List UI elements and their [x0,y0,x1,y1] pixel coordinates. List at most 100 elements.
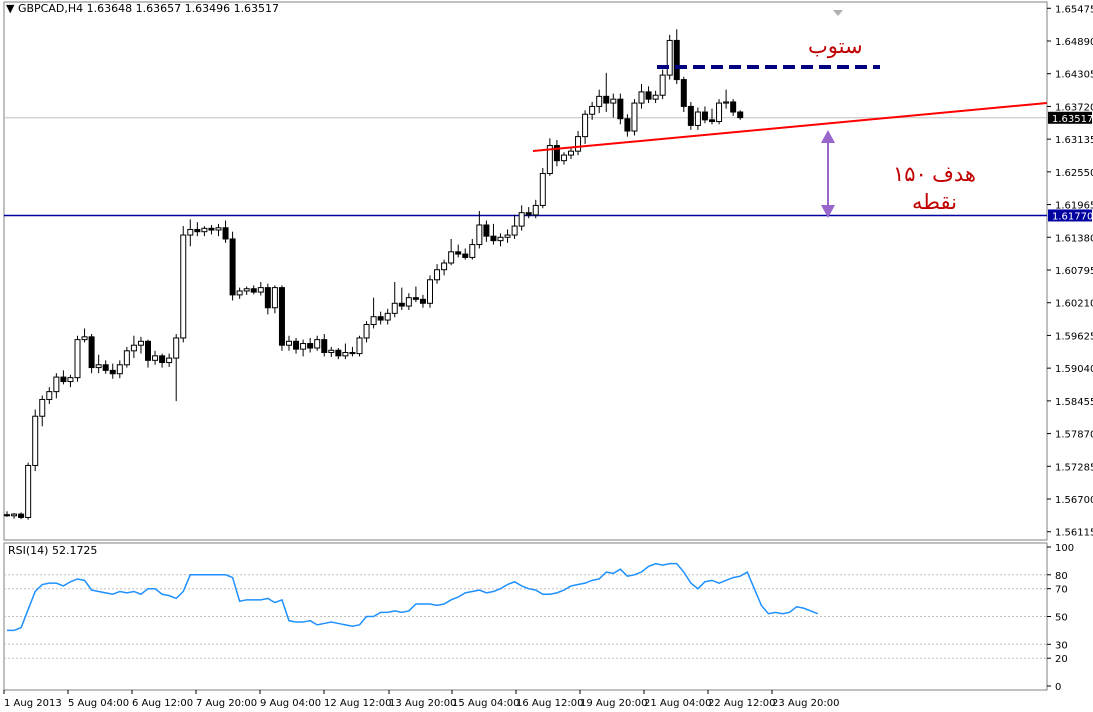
candle-body [525,212,532,216]
candle-body [321,339,328,353]
candle-body [236,290,243,296]
candle-body [349,351,356,355]
candle-body [342,351,349,357]
candle-body [166,357,173,364]
time-tick-label: 9 Aug 04:00 [260,698,321,709]
candle-body [159,355,166,364]
dropdown-arrow-icon[interactable]: ▼ [6,2,14,15]
candle-body [67,377,74,383]
candle-body [250,288,257,293]
candle-body [589,105,596,115]
price-tick-label: 1.56115 [1055,528,1093,539]
candle-body [335,349,342,357]
candle-body [448,251,455,264]
candle-body [462,253,469,258]
candle-body [278,287,285,346]
candle-body [659,74,666,96]
candle-body [257,287,264,293]
candle-body [680,79,687,107]
rsi-tick-label: 50 [1055,613,1068,624]
candle-body [243,288,250,292]
symbol-header: ▼ GBPCAD,H4 1.63648 1.63657 1.63496 1.63… [6,2,279,15]
candle-body [610,98,617,104]
target-annotation-line2: نقطه [912,190,957,214]
rsi-tick-label: 80 [1055,571,1068,582]
rsi-tick-label: 100 [1055,543,1074,554]
chart-options-icon[interactable] [832,2,844,16]
candle-body [370,316,377,326]
candle-body [575,136,582,152]
candle-body [286,340,292,346]
candle-body [511,225,518,236]
candle-body [476,224,483,246]
price-tick-label: 1.62550 [1055,168,1093,179]
candle-body [701,111,708,121]
candle-body [18,513,25,518]
candle-body [652,94,659,100]
price-tick-label: 1.59040 [1055,364,1093,375]
price-tick-label: 1.58455 [1055,397,1093,408]
candle-body [187,228,194,236]
candle-body [60,376,67,383]
price-tick-label: 1.63135 [1055,135,1093,146]
time-tick-label: 1 Aug 2013 [4,698,62,709]
chart-canvas: 1.65475 1.64890 1.64305 1.63720 1.63135 1.625… [3,1,1093,709]
candle-body [539,173,546,206]
candle-body [568,150,574,156]
candle-body [560,154,567,162]
price-tick-label: 1.60795 [1055,266,1093,277]
price-tick-label: 1.64890 [1055,37,1093,48]
candle-body [363,324,370,339]
candle-body [356,337,363,355]
candle-body [687,105,694,126]
candle-body [95,364,102,369]
time-tick-label: 21 Aug 04:00 [644,698,711,709]
candle-body [102,364,109,371]
candle-body [673,39,680,81]
candle-body [455,251,462,255]
candle-body [39,398,46,417]
candle-body [4,514,10,517]
candle-body [638,91,645,104]
candle-body [11,513,18,517]
candle-body [412,297,419,300]
candle-body [180,234,187,339]
rsi-tick-label: 20 [1055,654,1068,665]
time-tick-label: 5 Aug 04:00 [68,698,129,709]
candle-body [328,349,335,353]
candle-body [405,297,412,307]
candle-body [46,391,53,400]
candle-body [25,464,32,518]
time-tick-label: 19 Aug 20:00 [580,698,647,709]
candle-body [109,369,116,375]
time-tick-label: 22 Aug 12:00 [708,698,775,709]
candle-body [709,119,715,123]
candle-body [229,238,236,296]
candle-body [116,364,123,375]
candle-body [208,227,215,231]
candle-body [53,376,60,393]
candle-body [434,269,441,281]
candle-body [377,316,384,321]
candle-body [483,224,490,237]
candle-body [271,287,278,309]
candle-body [631,102,638,132]
candle-body [504,234,511,238]
candle-body [264,287,271,309]
price-tick-label: 1.60210 [1055,299,1093,310]
candle-body [391,302,398,314]
candle-body [582,113,589,138]
candle-body [419,298,426,304]
time-tick-label: 7 Aug 20:00 [196,698,257,709]
symbol-info: GBPCAD,H4 1.63648 1.63657 1.63496 1.6351… [17,2,280,15]
candle-body [32,415,39,466]
candle-body [307,343,314,349]
price-tick-label: 1.57285 [1055,462,1093,473]
candle-body [469,244,476,258]
candle-body [137,340,144,346]
candle-body [398,302,405,307]
rsi-tick-label: 0 [1055,682,1061,693]
candle-body [518,212,525,227]
rsi-tick-label: 70 [1055,585,1068,596]
price-tick-label: 1.56700 [1055,495,1093,506]
